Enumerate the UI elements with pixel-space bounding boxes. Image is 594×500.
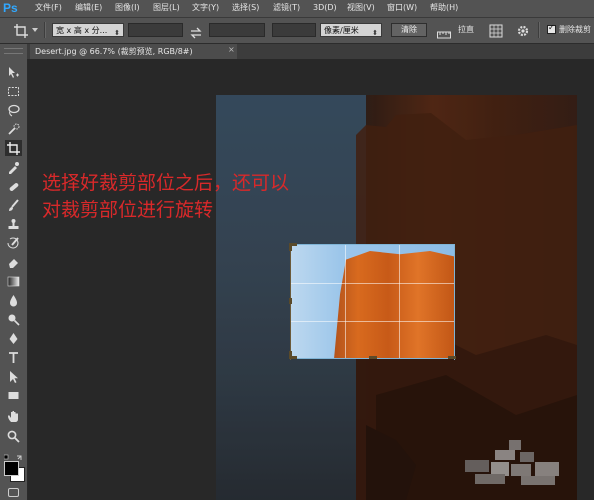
crop-handle-bottom-left[interactable] <box>289 351 292 359</box>
panel-grip[interactable] <box>4 48 23 54</box>
aspect-ratio-value: 宽 x 高 x 分... <box>56 26 108 35</box>
zoom-icon[interactable] <box>5 428 22 444</box>
delete-cropped-label: 删除裁剪 <box>559 25 591 34</box>
dodge-icon[interactable] <box>5 311 22 327</box>
healing-brush-icon[interactable] <box>5 178 22 194</box>
eyedropper-icon[interactable] <box>5 159 22 175</box>
tools-panel <box>0 44 28 500</box>
menu-select[interactable]: 选择(S) <box>232 3 259 13</box>
crop-handle-top-left[interactable] <box>289 243 292 251</box>
width-field[interactable] <box>128 23 183 37</box>
hand-icon[interactable] <box>5 408 22 424</box>
document-tab[interactable]: Desert.jpg @ 66.7% (裁剪预览, RGB/8#) <box>30 44 237 59</box>
menu-3d[interactable]: 3D(D) <box>313 3 337 13</box>
menu-filter[interactable]: 滤镜(T) <box>273 3 300 13</box>
clone-stamp-icon[interactable] <box>5 216 22 232</box>
straighten-icon[interactable] <box>437 25 451 39</box>
shape-icon[interactable] <box>5 387 22 403</box>
move-icon[interactable] <box>5 64 22 80</box>
gradient-icon[interactable] <box>5 273 22 289</box>
crop-region[interactable] <box>291 245 454 359</box>
crop-grid-line <box>345 245 346 359</box>
crop-icon[interactable] <box>5 140 22 156</box>
brush-icon[interactable] <box>5 197 22 213</box>
divider <box>44 22 46 38</box>
document-tab-bar: Desert.jpg @ 66.7% (裁剪预览, RGB/8#) × <box>27 44 594 59</box>
swap-colors-icon[interactable] <box>3 449 24 460</box>
crop-tool-preset-icon[interactable] <box>14 23 28 38</box>
delete-cropped-checkbox[interactable] <box>547 23 556 34</box>
crop-border-right[interactable] <box>454 244 455 360</box>
menu-help[interactable]: 帮助(H) <box>430 3 458 13</box>
clear-button[interactable]: 清除 <box>391 23 427 37</box>
height-field[interactable] <box>209 23 265 37</box>
resolution-units-select[interactable]: 像素/厘米 ⬍ <box>320 23 382 37</box>
menu-layer[interactable]: 图层(L) <box>153 3 180 13</box>
marquee-icon[interactable] <box>5 83 22 99</box>
options-bar: 宽 x 高 x 分... ⬍ 像素/厘米 ⬍ 清除 拉直 删除裁剪 <box>0 18 594 44</box>
crop-grid-line <box>399 245 400 359</box>
chevron-updown-icon: ⬍ <box>372 29 378 37</box>
annotation-line-1: 选择好裁剪部位之后，还可以 <box>42 172 290 194</box>
menu-type[interactable]: 文字(Y) <box>192 3 219 13</box>
crop-grid-line <box>291 283 454 284</box>
divider <box>538 22 540 38</box>
swap-icon[interactable] <box>190 24 202 39</box>
menu-file[interactable]: 文件(F) <box>35 3 62 13</box>
document-tab-title: Desert.jpg @ 66.7% (裁剪预览, RGB/8#) <box>35 47 193 56</box>
annotation-line-2: 对裁剪部位进行旋转 <box>42 199 214 221</box>
chevron-updown-icon: ⬍ <box>114 29 120 37</box>
quick-mask-icon[interactable] <box>8 488 19 497</box>
lasso-icon[interactable] <box>5 102 22 118</box>
resolution-field[interactable] <box>272 23 316 37</box>
foreground-color-swatch[interactable] <box>4 461 19 476</box>
gear-icon[interactable] <box>516 23 530 37</box>
crop-handle-left[interactable] <box>289 298 292 304</box>
crop-border-top <box>291 244 455 245</box>
menu-edit[interactable]: 编辑(E) <box>75 3 102 13</box>
grid-overlay-icon[interactable] <box>489 23 505 38</box>
aspect-ratio-select[interactable]: 宽 x 高 x 分... ⬍ <box>52 23 124 37</box>
crop-grid-line <box>291 321 454 322</box>
menu-bar: Ps 文件(F) 编辑(E) 图像(I) 图层(L) 文字(Y) 选择(S) 滤… <box>0 0 594 18</box>
menu-window[interactable]: 窗口(W) <box>387 3 417 13</box>
chevron-down-icon[interactable] <box>32 28 38 32</box>
crop-handle-bottom-right[interactable] <box>448 356 456 359</box>
resolution-units-value: 像素/厘米 <box>324 26 359 35</box>
photoshop-logo: Ps <box>3 1 18 15</box>
path-select-icon[interactable] <box>5 368 22 384</box>
quick-select-icon[interactable] <box>5 121 22 137</box>
menu-view[interactable]: 视图(V) <box>347 3 375 13</box>
type-icon[interactable] <box>5 349 22 365</box>
blur-icon[interactable] <box>5 292 22 308</box>
close-icon[interactable]: × <box>228 45 235 54</box>
crop-rock-formation <box>334 251 454 359</box>
eraser-icon[interactable] <box>5 254 22 270</box>
straighten-label[interactable]: 拉直 <box>458 25 474 35</box>
history-brush-icon[interactable] <box>5 235 22 251</box>
crop-handle-bottom[interactable] <box>369 356 377 359</box>
watermark-logo <box>465 440 565 485</box>
menu-image[interactable]: 图像(I) <box>115 3 140 13</box>
pen-icon[interactable] <box>5 330 22 346</box>
